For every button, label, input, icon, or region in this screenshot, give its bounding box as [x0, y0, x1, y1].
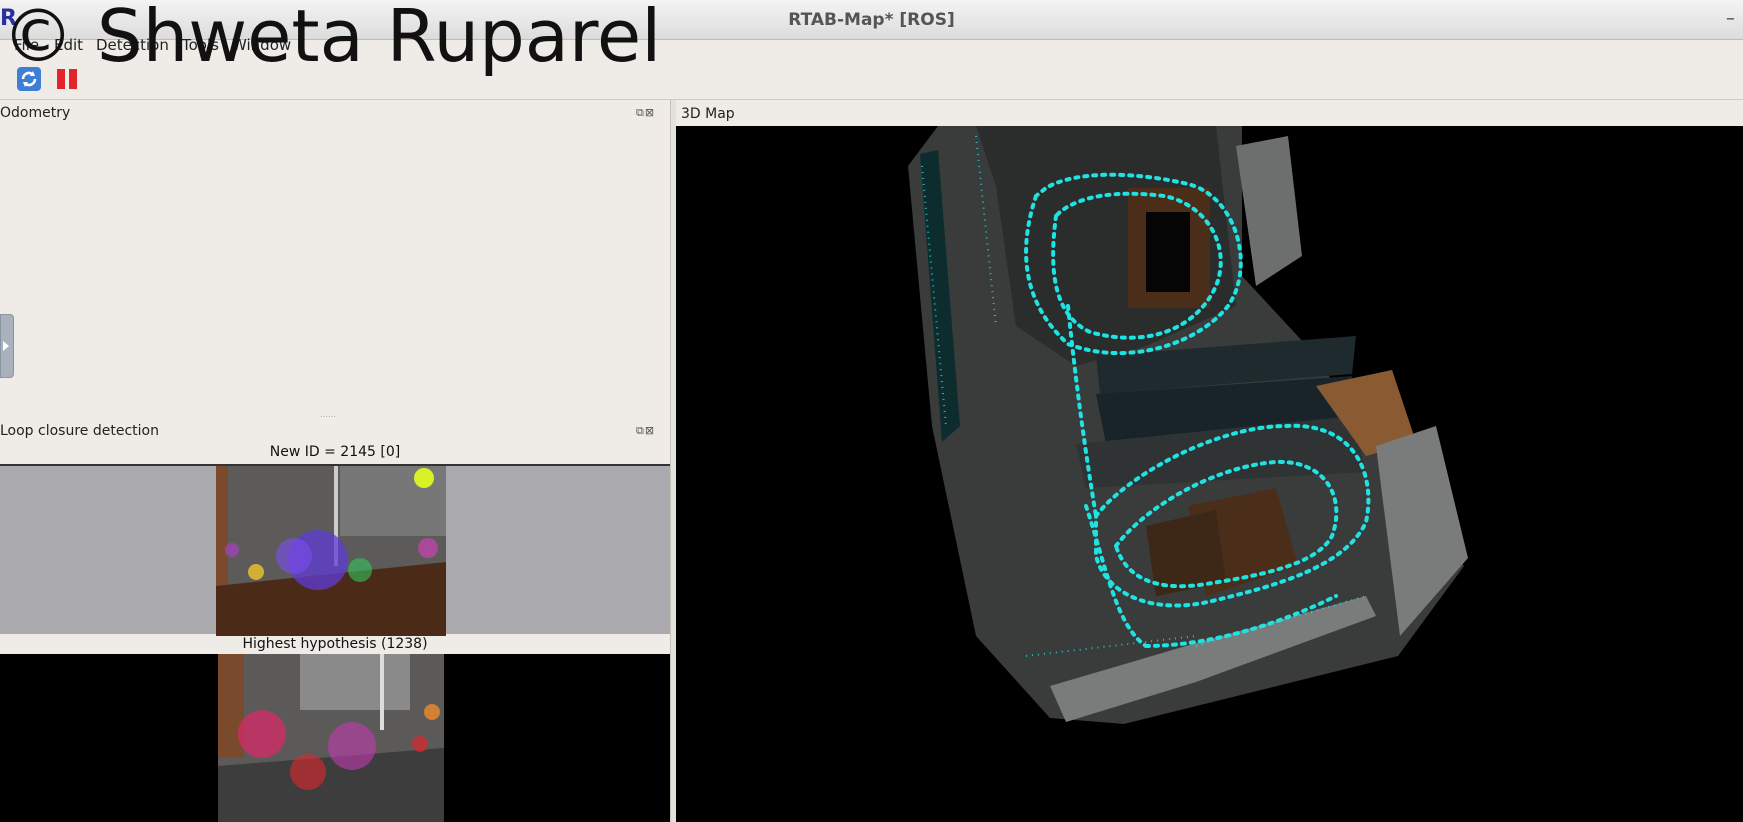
handle-arrow-icon	[3, 341, 9, 351]
new-camera-image	[216, 466, 446, 636]
loop-closure-dock-title: Loop closure detection	[0, 423, 159, 439]
loop-closure-dock-controls[interactable]: ⧉⊠	[636, 424, 655, 438]
odometry-dock-controls[interactable]: ⧉⊠	[636, 106, 655, 120]
highest-hypothesis-label: Highest hypothesis (1238)	[242, 636, 428, 652]
new-image-view	[0, 464, 670, 636]
hypothesis-camera-image	[218, 654, 444, 822]
point-cloud-render	[908, 126, 1468, 724]
copyright-watermark: © Shweta Ruparel	[2, 0, 662, 78]
float-icon[interactable]: ⧉	[636, 424, 645, 437]
close-icon[interactable]: ⊠	[645, 424, 655, 437]
3d-map-view[interactable]	[676, 126, 1743, 822]
rtabmap-window: R RTAB-Map* [ROS] – File Edit Detection …	[0, 0, 1743, 822]
float-icon[interactable]: ⧉	[636, 106, 645, 119]
new-id-label: New ID = 2145 [0]	[269, 444, 401, 460]
splitter-handle[interactable]: ⋯⋯	[320, 412, 336, 421]
side-panel-handle[interactable]	[0, 314, 14, 378]
map-dock-title: 3D Map	[681, 106, 735, 122]
close-icon[interactable]: ⊠	[645, 106, 655, 119]
hypothesis-image-view	[0, 654, 670, 822]
odometry-dock-title: Odometry	[0, 105, 71, 121]
minimize-button[interactable]: –	[1726, 8, 1735, 29]
odometry-view	[0, 122, 670, 414]
